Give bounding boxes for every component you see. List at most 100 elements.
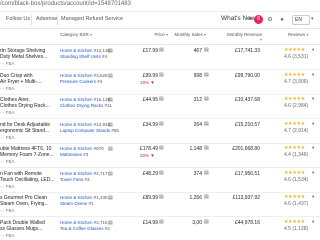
chart-icon[interactable]: ▤ (108, 195, 113, 201)
nav-follow-us[interactable]: Follow Us (6, 16, 30, 22)
chart-icon[interactable]: ▤ (108, 73, 113, 79)
sales-chart-icon[interactable]: ▤ (204, 96, 209, 102)
star-rating-icon: ★★★★★ (284, 71, 305, 78)
sales-chart-icon[interactable]: ▤ (204, 194, 209, 200)
product-title-line2[interactable]: Clothes Drying Rack... (0, 103, 54, 109)
category-link[interactable]: Home & Kitchen #1,230 (60, 195, 108, 200)
subcategory-link[interactable]: Laptop Computer Stands #55 (60, 128, 119, 133)
col-price[interactable]: Price ▾ (138, 32, 168, 37)
rating-value: 4.6 (3,531) (284, 54, 309, 60)
subcategory-link[interactable]: Tea & Coffee Glasses #3 (60, 226, 110, 231)
fulfillment-badge: ··· FBA (0, 134, 15, 140)
product-title-line2[interactable]: Duty Metal Shelves... (0, 54, 54, 60)
category-link[interactable]: Home & Kitchen #16,138 (60, 97, 110, 102)
chart-icon[interactable]: ▤ (108, 122, 113, 128)
fulfillment-badge: ··· FBA (0, 110, 15, 115)
price-trend: 18% ▼ (140, 79, 155, 85)
chevron-down-icon[interactable]: ▾ (249, 16, 252, 22)
chevron-down-icon[interactable]: ▾ (312, 145, 314, 151)
category-link[interactable]: Home & Kitchen #12,130 (60, 48, 110, 53)
price-chart-icon[interactable]: ▤ (159, 170, 164, 176)
chevron-down-icon[interactable]: ▾ (311, 16, 314, 22)
subcategory-link[interactable]: Pressure Cookers #4 (60, 79, 102, 84)
star-rating-icon: ★★★★★ (284, 194, 305, 200)
col-monthly-sales[interactable]: Monthly Sales ▾ (174, 32, 206, 37)
notification-badge[interactable]: 8 (254, 15, 263, 24)
product-title-line2[interactable]: ergonomic Sit Stand... (0, 128, 54, 134)
chevron-down-icon[interactable]: ▾ (312, 121, 314, 127)
price-chart-icon[interactable]: ▤ (159, 72, 164, 78)
fulfillment-badge: ··· FBA (0, 232, 15, 238)
fulfillment-badge: ··· FBA (0, 61, 15, 66)
chevron-down-icon[interactable]: ▾ (312, 47, 314, 53)
sales-chart-icon[interactable]: ▤ (204, 121, 209, 127)
product-title-line2[interactable]: Air Fryer + Multi-... (0, 79, 54, 85)
table-row[interactable]: s Gourmet Pro Clean Steam Oven, Frying...… (0, 193, 320, 217)
chevron-down-icon[interactable]: ▾ (312, 170, 314, 176)
monthly-sales-value: 1,148 (189, 146, 202, 152)
chevron-down-icon[interactable]: ▾ (312, 219, 314, 225)
sales-chart-icon[interactable]: ▤ (204, 170, 209, 176)
category-link[interactable]: Home & Kitchen #2,716 (60, 220, 108, 225)
category-link[interactable]: Home & Kitchen #670 (60, 146, 104, 151)
price-chart-icon[interactable]: ▤ (159, 194, 164, 200)
nav-managed-refund[interactable]: Managed Refund Service (61, 16, 123, 22)
category-link[interactable]: Home & Kitchen #3,629 (60, 73, 108, 78)
language-select[interactable]: EN (292, 15, 310, 25)
table-row[interactable]: Duo Crisp with Air Fryer + Multi-... ··· F… (0, 71, 320, 95)
sales-chart-icon[interactable]: ▤ (204, 145, 209, 151)
rating-value: 4.6 (1,534) (284, 176, 309, 183)
product-title-line2[interactable]: Steam Oven, Frying... (0, 201, 54, 207)
category-link[interactable]: Home & Kitchen #2,717 (60, 171, 108, 176)
product-title-line2[interactable]: Memory Foam 7-Zone... (0, 152, 54, 158)
product-title-line2[interactable]: Touch Oscillating, LED... (0, 177, 54, 183)
chevron-down-icon[interactable]: ▾ (312, 96, 314, 102)
subcategory-link[interactable]: Mattresses #3 (60, 152, 88, 157)
sales-chart-icon[interactable]: ▤ (204, 72, 209, 78)
price-chart-icon[interactable]: ▤ (159, 145, 164, 151)
price-chart-icon[interactable]: ▤ (159, 47, 164, 53)
sales-chart-icon[interactable]: ▤ (204, 47, 209, 53)
table-row[interactable]: rtn Storage Shelving Duty Metal Shelves..… (0, 46, 320, 70)
chevron-down-icon[interactable]: ▾ (312, 72, 314, 78)
sales-chart-icon[interactable]: ▤ (204, 219, 209, 225)
subcategory-link[interactable]: Clothes Drying Racks #11 (60, 103, 112, 108)
col-category-bsr[interactable]: Category BSR ▾ (60, 32, 92, 37)
monthly-sales-value: 312 (193, 97, 202, 103)
chevron-down-icon[interactable]: ▾ (312, 194, 314, 200)
subcategory-link[interactable]: Standing Shelf Units #4 (60, 54, 107, 59)
subcategory-link[interactable]: Steam Ovens #1 (60, 201, 94, 206)
fulfillment-badge: ··· FBA (0, 159, 15, 164)
table-row[interactable]: n Fan with Remote Touch Oscillating, LED.… (0, 169, 320, 193)
price-value: £178.49 (139, 146, 158, 152)
star-rating-icon: ★★★★★ (284, 96, 305, 102)
chart-icon[interactable]: ▤ (108, 97, 113, 103)
chart-icon[interactable]: ▤ (108, 48, 113, 54)
user-icon[interactable]: ● (278, 16, 286, 24)
chart-icon[interactable]: ▤ (108, 171, 113, 177)
subcategory-link[interactable]: Tower Fans #3 (60, 177, 90, 182)
url-bar[interactable]: /com/black-box/products/account/id=15487… (0, 0, 320, 12)
price-chart-icon[interactable]: ▤ (159, 121, 164, 127)
rating-value: 4.6 (1,437) (284, 201, 309, 207)
category-link[interactable]: Home & Kitchen #12,934 (60, 122, 110, 127)
nav-adsense[interactable]: Adsense (36, 16, 57, 22)
star-rating-icon: ★★★★★ (284, 169, 305, 176)
table-row[interactable]: Pack Double Walled ss Glasses Mugs... ··· … (0, 218, 320, 240)
col-monthly-revenue[interactable]: Monthly Revenue ▾ (224, 32, 262, 42)
price-chart-icon[interactable]: ▤ (159, 219, 164, 225)
table-row[interactable]: uble Mattress 4FT6, 10 Memory Foam 7-Zone… (0, 144, 320, 168)
monthly-revenue-value: £17,741.33 (234, 48, 260, 54)
product-title-line2[interactable]: ss Glasses Mugs... (0, 226, 54, 232)
monthly-revenue-value: £201,668.80 (232, 146, 260, 152)
monthly-revenue-value: £113,937.92 (232, 195, 260, 201)
table-row[interactable]: Clothes Airer, Clothes Drying Rack... ··· … (0, 95, 320, 119)
col-reviews[interactable]: Reviews ▾ (288, 32, 308, 37)
monthly-revenue-value: £17,956.51 (234, 170, 260, 177)
chart-icon[interactable]: ▤ (108, 146, 113, 152)
price-chart-icon[interactable]: ▤ (159, 96, 164, 102)
chart-icon[interactable]: ▤ (108, 220, 113, 226)
price-value: £44.95 (142, 97, 158, 103)
table-row[interactable]: nd for Desk Adjustable ergonomic Sit Stan… (0, 120, 320, 144)
gear-icon[interactable]: ⚙ (266, 16, 274, 24)
